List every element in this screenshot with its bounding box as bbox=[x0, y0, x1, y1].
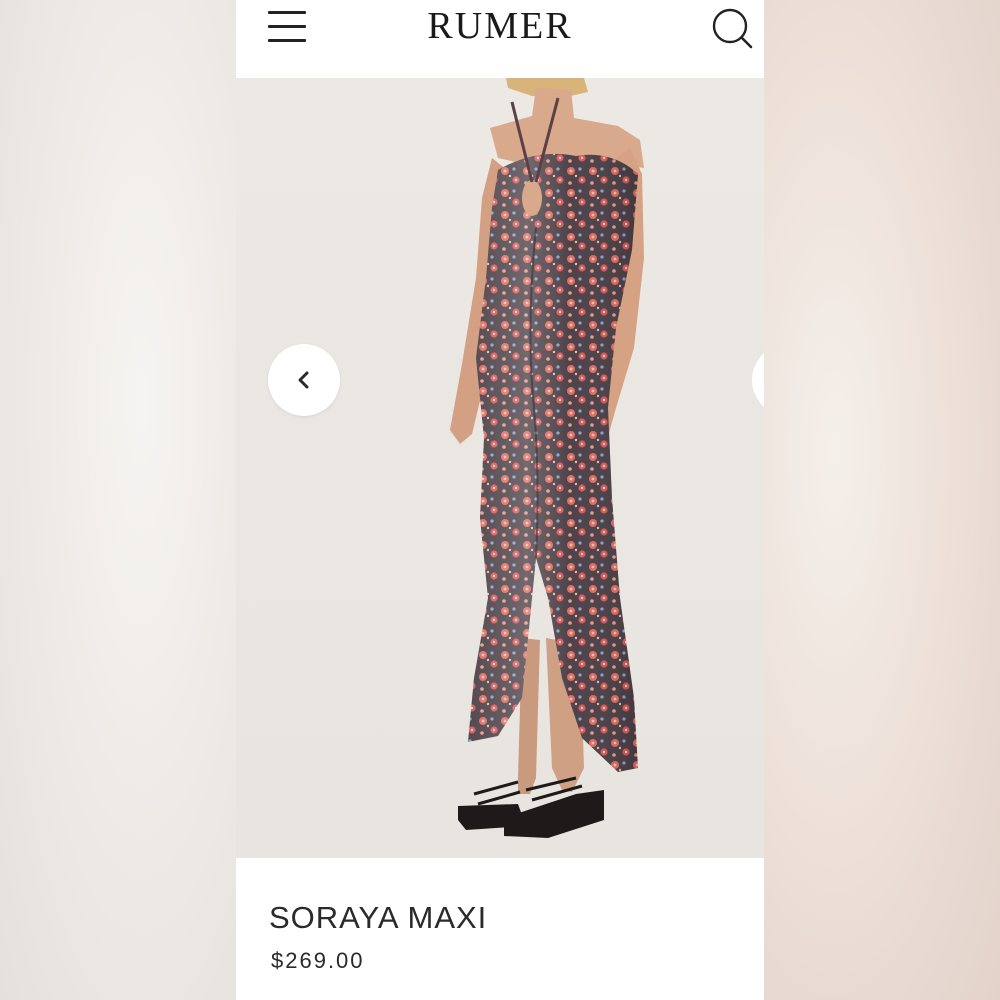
mobile-screen: RUMER SORAYA MAXI $269.00 bbox=[236, 0, 764, 1000]
brand-logo[interactable]: RUMER bbox=[236, 4, 764, 48]
search-icon[interactable] bbox=[710, 6, 754, 50]
previous-image-button[interactable] bbox=[268, 344, 340, 416]
product-price: $269.00 bbox=[271, 948, 365, 973]
product-photo bbox=[450, 78, 644, 838]
product-image-gallery[interactable] bbox=[236, 78, 764, 858]
background-blur-left bbox=[0, 0, 236, 1000]
background-blur-right bbox=[764, 0, 1000, 1000]
product-info: SORAYA MAXI $269.00 bbox=[236, 858, 764, 1000]
top-header: RUMER bbox=[236, 0, 764, 78]
chevron-left-icon bbox=[298, 371, 309, 389]
product-title: SORAYA MAXI bbox=[269, 900, 488, 935]
